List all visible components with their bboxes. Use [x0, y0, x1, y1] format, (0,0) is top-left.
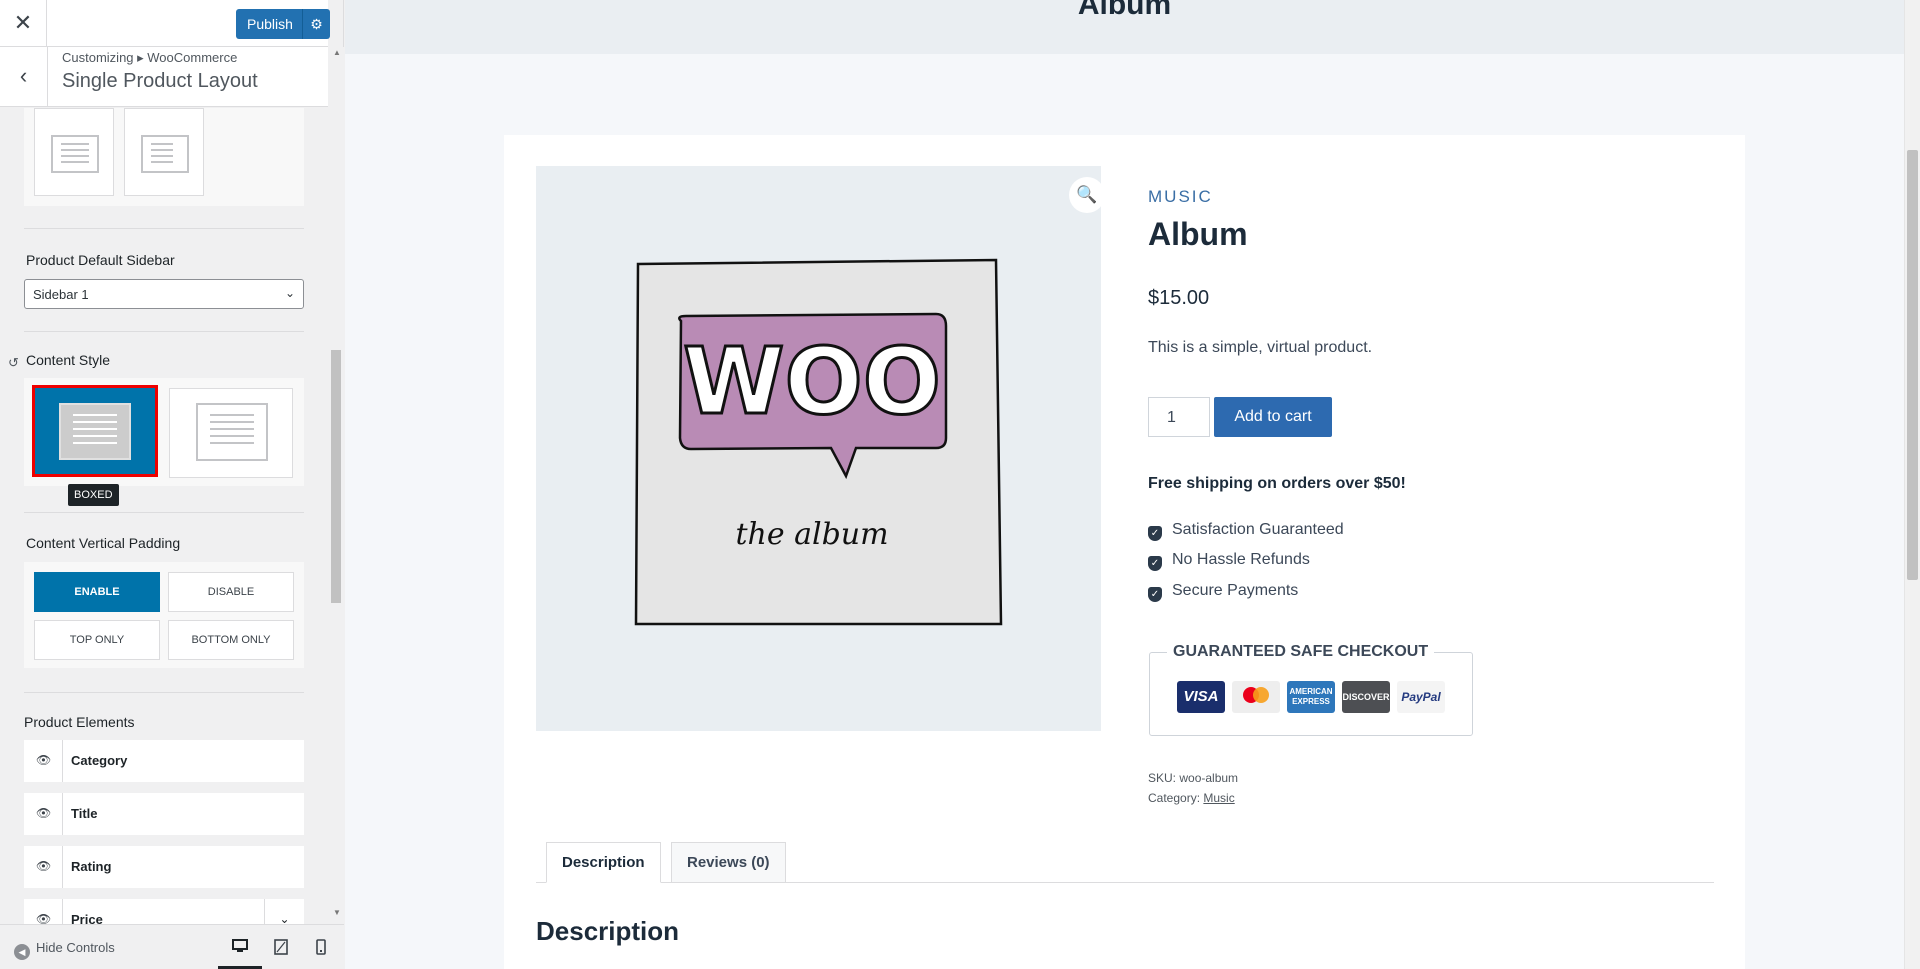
reset-icon[interactable]: ↺: [8, 355, 19, 371]
zoom-icon[interactable]: 🔍: [1069, 177, 1105, 213]
padding-bottom-only-button[interactable]: BOTTOM ONLY: [168, 620, 294, 660]
shield-check-icon: ✓: [1148, 526, 1162, 541]
preview-scrollbar-thumb[interactable]: [1907, 150, 1918, 580]
hide-controls-label: Hide Controls: [36, 940, 115, 955]
boxed-tooltip: BOXED: [68, 484, 119, 506]
element-row-category[interactable]: 👁 Category: [24, 740, 304, 782]
product-title: Album: [1148, 216, 1248, 252]
section-header: ‹ Customizing ▸ WooCommerce Single Produ…: [0, 47, 328, 107]
vertical-padding-options: ENABLE DISABLE TOP ONLY BOTTOM ONLY: [24, 562, 304, 668]
visa-icon: VISA: [1177, 681, 1225, 713]
amex-icon: AMERICAN EXPRESS: [1287, 681, 1335, 713]
boxed-thumb-icon: [59, 403, 131, 460]
product-default-sidebar-label: Product Default Sidebar: [26, 252, 175, 268]
add-to-cart-button[interactable]: Add to cart: [1214, 397, 1332, 437]
padding-disable-button[interactable]: DISABLE: [168, 572, 294, 612]
element-name: Category: [71, 753, 128, 768]
tablet-icon[interactable]: [274, 939, 288, 958]
discover-icon: DISCOVER: [1342, 681, 1390, 713]
chevron-down-icon[interactable]: ⌄: [264, 899, 304, 924]
product-category[interactable]: MUSIC: [1148, 187, 1213, 207]
perk-item: ✓ Secure Payments: [1148, 582, 1298, 602]
product-elements-label: Product Elements: [24, 714, 135, 730]
element-row-title[interactable]: 👁 Title: [24, 793, 304, 835]
divider: [24, 692, 304, 693]
divider: [24, 331, 304, 332]
scroll-down-arrow-icon[interactable]: ▼: [333, 908, 341, 917]
hero-title: Album: [1077, 0, 1172, 21]
album-art-subtext: the album: [735, 517, 888, 552]
collapse-icon: ◀: [14, 944, 30, 960]
perk-item: ✓ Satisfaction Guaranteed: [1148, 521, 1344, 541]
element-row-price[interactable]: 👁 Price ⌄: [24, 899, 304, 924]
album-art-text: WOO: [683, 328, 941, 435]
gear-icon[interactable]: ⚙: [302, 9, 330, 39]
product-default-sidebar-select[interactable]: Sidebar 1 ⌄: [24, 279, 304, 309]
product-short-description: This is a simple, virtual product.: [1148, 339, 1373, 356]
tab-reviews[interactable]: Reviews (0): [671, 842, 786, 883]
category-link[interactable]: Music: [1203, 791, 1234, 805]
description-heading: Description: [536, 916, 680, 946]
element-name: Rating: [71, 859, 112, 874]
product-price: $15.00: [1148, 287, 1210, 309]
album-art-image: WOO the album: [634, 258, 1003, 626]
paypal-icon: PayPal: [1397, 681, 1445, 713]
content-style-unboxed-option[interactable]: [169, 388, 293, 478]
customizer-header: ✕ Publish ⚙: [0, 0, 330, 47]
mastercard-icon: [1232, 681, 1280, 713]
customizer-footer: ◀ Hide Controls: [0, 924, 344, 969]
close-customizer-button[interactable]: ✕: [0, 0, 47, 47]
safe-checkout-title: GUARANTEED SAFE CHECKOUT: [1167, 643, 1435, 661]
shield-check-icon: ✓: [1148, 587, 1162, 602]
back-button[interactable]: ‹: [0, 47, 48, 107]
padding-enable-button[interactable]: ENABLE: [34, 572, 160, 612]
element-row-rating[interactable]: 👁 Rating: [24, 846, 304, 888]
section-title: Single Product Layout: [62, 70, 258, 92]
tab-description[interactable]: Description: [546, 842, 661, 883]
shipping-notice: Free shipping on orders over $50!: [1148, 475, 1406, 492]
breadcrumb: Customizing ▸ WooCommerce: [62, 50, 238, 65]
publish-label[interactable]: Publish: [247, 16, 293, 32]
product-category-meta: Category: Music: [1148, 791, 1235, 805]
shield-check-icon: ✓: [1148, 556, 1162, 571]
content-vertical-padding-label: Content Vertical Padding: [26, 535, 181, 551]
desktop-icon[interactable]: [232, 939, 248, 956]
eye-icon[interactable]: 👁: [36, 806, 51, 820]
hide-controls-button[interactable]: ◀ Hide Controls: [14, 940, 115, 960]
customizer-sidebar: ✕ Publish ⚙ ‹ Customizing ▸ WooCommerce …: [0, 0, 344, 969]
scroll-up-arrow-icon[interactable]: ▲: [333, 48, 341, 57]
content-style-label: Content Style: [26, 352, 111, 368]
controls-panel: Product Default Sidebar Sidebar 1 ⌄ ↺ Co…: [0, 108, 328, 924]
layout-option-left-sidebar[interactable]: [34, 108, 114, 196]
layout-option-right-sidebar[interactable]: [124, 108, 204, 196]
eye-icon[interactable]: 👁: [36, 753, 51, 767]
eye-icon[interactable]: 👁: [36, 912, 51, 924]
layout-thumb-icon: [141, 135, 189, 173]
mobile-icon[interactable]: [316, 939, 326, 958]
divider: [24, 228, 304, 229]
divider: [24, 512, 304, 513]
sidebar-scrollbar-thumb[interactable]: [331, 350, 341, 603]
product-gallery[interactable]: WOO the album 🔍: [536, 166, 1105, 731]
site-preview: Album WOO the album 🔍 MUSIC Album $15.00…: [345, 0, 1920, 969]
padding-top-only-button[interactable]: TOP ONLY: [34, 620, 160, 660]
element-name: Title: [71, 806, 98, 821]
content-style-options: [24, 378, 304, 486]
perk-item: ✓ No Hassle Refunds: [1148, 551, 1310, 571]
unboxed-thumb-icon: [196, 403, 268, 461]
layout-options: [24, 108, 304, 206]
sidebar-select-value: Sidebar 1: [33, 287, 89, 302]
product-sku: SKU: woo-album: [1148, 771, 1239, 785]
content-style-boxed-option[interactable]: [32, 385, 158, 477]
page-hero: Album: [345, 0, 1904, 54]
quantity-input[interactable]: 1: [1148, 397, 1210, 437]
layout-thumb-icon: [51, 135, 99, 173]
publish-button[interactable]: Publish ⚙: [236, 9, 330, 39]
chevron-down-icon: ⌄: [284, 286, 295, 300]
element-name: Price: [71, 912, 103, 924]
eye-icon[interactable]: 👁: [36, 859, 51, 873]
